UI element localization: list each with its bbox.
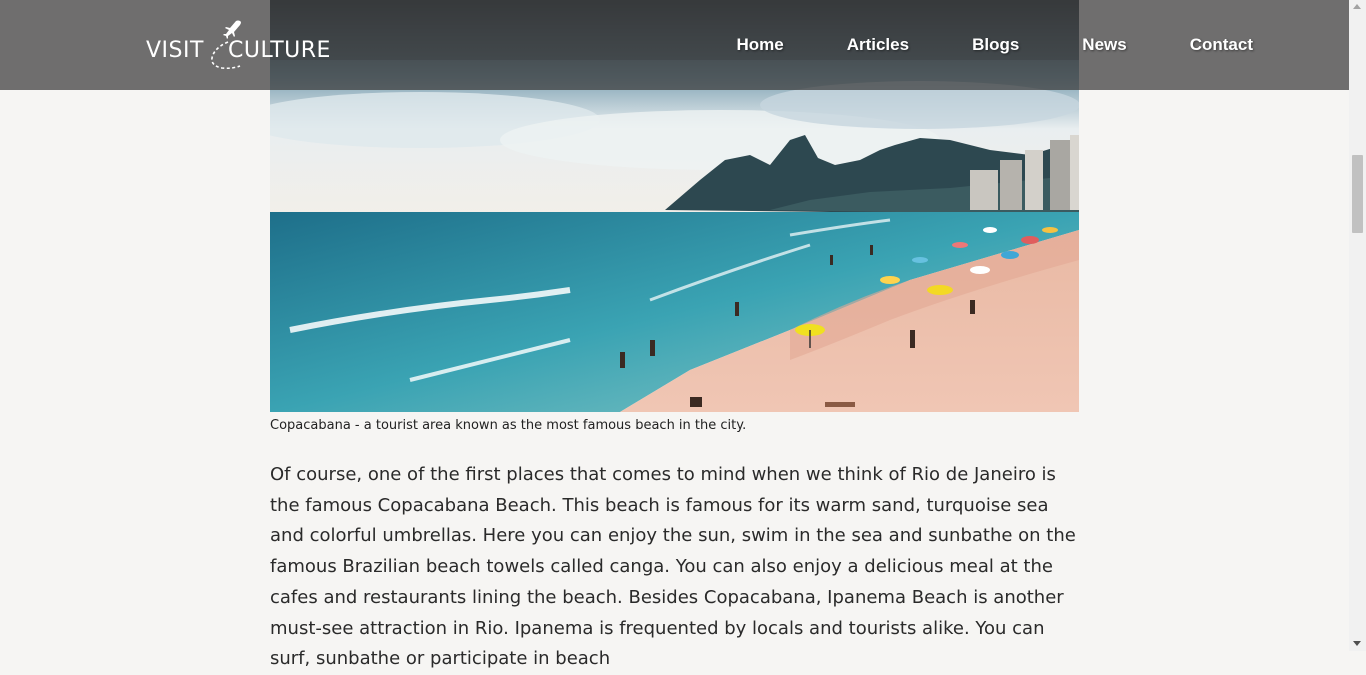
logo-text-culture: CULTURE bbox=[228, 38, 331, 63]
article-body: Of course, one of the first places that … bbox=[270, 460, 1082, 675]
vertical-scrollbar[interactable] bbox=[1349, 0, 1366, 651]
scroll-thumb[interactable] bbox=[1352, 155, 1363, 233]
main-nav: Home Articles Blogs News Contact bbox=[673, 0, 1253, 90]
nav-blogs[interactable]: Blogs bbox=[972, 35, 1019, 55]
nav-home[interactable]: Home bbox=[736, 35, 783, 55]
nav-articles[interactable]: Articles bbox=[847, 35, 909, 55]
logo-text-visit: VISIT bbox=[146, 38, 204, 63]
site-logo[interactable]: VISIT CULTURE bbox=[146, 18, 336, 72]
article-paragraph: Of course, one of the first places that … bbox=[270, 464, 1076, 670]
site-header: VISIT CULTURE Home Articles Blogs News C… bbox=[0, 0, 1349, 90]
nav-news[interactable]: News bbox=[1082, 35, 1126, 55]
nav-contact[interactable]: Contact bbox=[1190, 35, 1253, 55]
scroll-down-arrow-icon[interactable] bbox=[1353, 641, 1361, 646]
scroll-up-arrow-icon[interactable] bbox=[1353, 4, 1361, 9]
hero-caption: Copacabana - a tourist area known as the… bbox=[270, 418, 747, 433]
